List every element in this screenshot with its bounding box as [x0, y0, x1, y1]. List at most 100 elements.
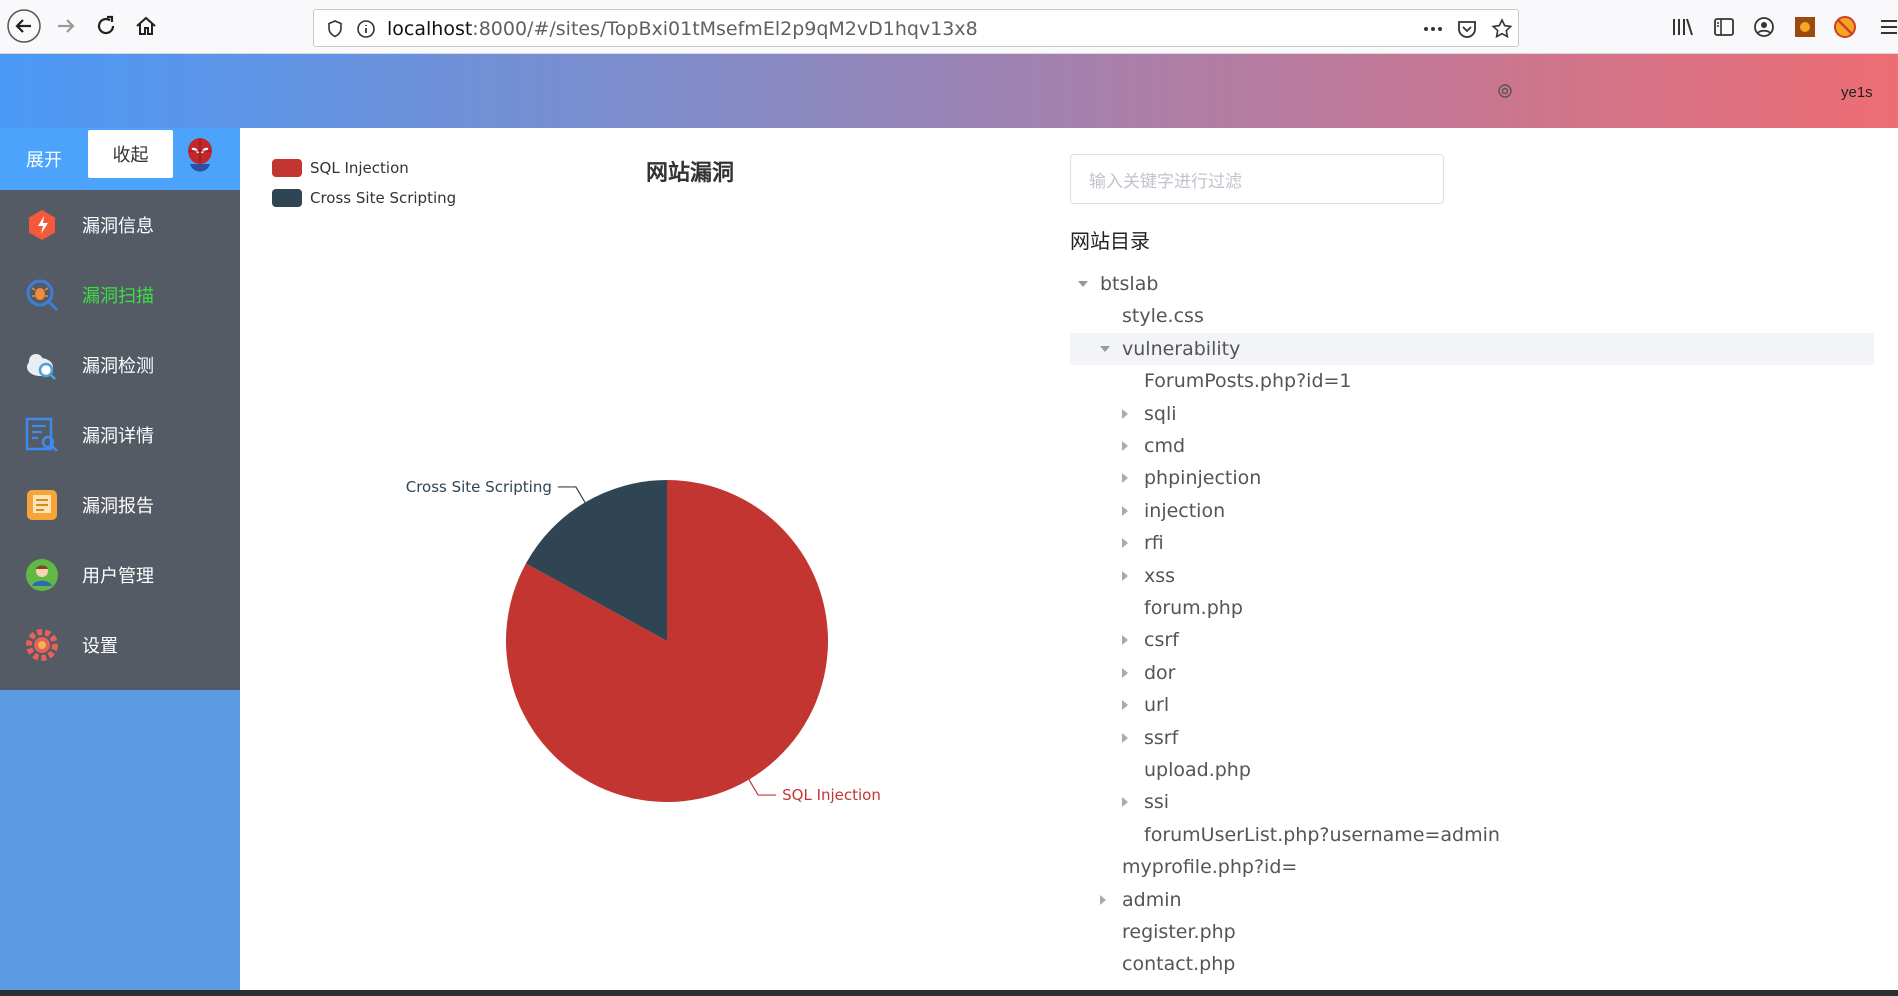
tree-node-label: rfi — [1144, 532, 1164, 555]
library-button[interactable] — [1670, 14, 1696, 40]
caret-right-icon[interactable] — [1122, 570, 1144, 581]
forward-button[interactable] — [48, 8, 84, 44]
pie-chart: SQL Injection Cross Site Scripting — [406, 478, 881, 804]
taskbar-edge — [0, 990, 1898, 996]
pie-label-line — [748, 779, 777, 796]
tree-node[interactable]: myprofile.php?id= — [1070, 851, 1830, 883]
info-icon[interactable] — [356, 19, 376, 39]
sidebar-item-label: 用户管理 — [82, 566, 154, 587]
sidebar-item-label: 漏洞详情 — [82, 426, 154, 447]
home-icon — [136, 16, 156, 35]
tree-node[interactable]: forumUserList.php?username=admin — [1070, 819, 1830, 851]
sidebar-item-vuln-detect[interactable]: 漏洞检测 — [0, 330, 240, 400]
tree-node-label: ssrf — [1144, 726, 1179, 749]
more-dots-icon[interactable] — [1421, 19, 1445, 39]
tree-node[interactable]: dor — [1070, 657, 1830, 689]
blocker-button[interactable] — [1832, 14, 1858, 40]
caret-right-icon[interactable] — [1100, 894, 1122, 905]
tree-node-label: sqli — [1144, 402, 1177, 425]
tree-node[interactable]: forum.php — [1070, 592, 1830, 624]
sidebar-toggle-button[interactable] — [1711, 14, 1737, 40]
tree-node[interactable]: url — [1070, 689, 1830, 721]
tree-node-label: forumUserList.php?username=admin — [1144, 823, 1500, 846]
sidebar-item-settings[interactable]: 设置 — [0, 610, 240, 680]
tree-node[interactable]: upload.php — [1070, 754, 1830, 786]
sidebar-item-label: 设置 — [82, 636, 118, 657]
sidebar-item-label: 漏洞报告 — [82, 496, 154, 517]
caret-down-icon[interactable] — [1078, 281, 1100, 287]
back-button[interactable] — [6, 8, 42, 44]
caret-right-icon[interactable] — [1122, 667, 1144, 678]
sidebar: 展开 收起 漏洞信息 漏洞扫描 漏洞检测 漏洞详情 漏洞报告 用户管理 设置 — [0, 128, 240, 996]
reload-button[interactable] — [88, 8, 124, 44]
tree-node[interactable]: xss — [1070, 560, 1830, 592]
tree-node-label: register.php — [1122, 921, 1236, 943]
caret-right-icon[interactable] — [1122, 635, 1144, 646]
extension-sun-icon — [1795, 17, 1815, 37]
pie-label: SQL Injection — [782, 786, 881, 804]
tree-node-label: ForumPosts.php?id=1 — [1144, 370, 1352, 393]
tree-node[interactable]: phpinjection — [1070, 462, 1830, 494]
sidebar-item-label: 漏洞信息 — [82, 216, 154, 237]
caret-down-icon[interactable] — [1100, 345, 1122, 352]
caret-right-icon[interactable] — [1122, 408, 1144, 419]
tree-node[interactable]: contact.php — [1070, 948, 1830, 980]
caret-right-icon[interactable] — [1122, 732, 1144, 743]
url-text[interactable]: localhost:8000/#/sites/TopBxi01tMsefmEl2… — [387, 18, 978, 40]
tree-node[interactable]: style.css — [1070, 300, 1830, 332]
pocket-icon[interactable] — [1456, 18, 1478, 40]
bookmark-star-icon[interactable] — [1490, 17, 1514, 41]
tree-node[interactable]: injection — [1070, 495, 1830, 527]
username[interactable]: ye1s — [1841, 84, 1873, 101]
tree-node[interactable]: sqli — [1070, 398, 1830, 430]
cloud-search-icon — [27, 354, 56, 380]
tree-node[interactable]: ssrf — [1070, 722, 1830, 754]
sidebar-icon — [1714, 18, 1734, 36]
document-search-icon — [25, 417, 58, 452]
url-host: localhost — [387, 18, 473, 40]
sidebar-item-vuln-scan[interactable]: 漏洞扫描 — [0, 260, 240, 330]
tree-node[interactable]: csrf — [1070, 624, 1830, 656]
sidebar-item-vuln-report[interactable]: 漏洞报告 — [0, 470, 240, 540]
sidebar-item-vuln-info[interactable]: 漏洞信息 — [0, 190, 240, 260]
caret-right-icon[interactable] — [1122, 505, 1144, 516]
sidebar-item-label: 漏洞检测 — [82, 356, 154, 377]
tree-node[interactable]: cmd — [1070, 430, 1830, 462]
account-button[interactable] — [1751, 14, 1777, 40]
menu-button[interactable] — [1876, 14, 1898, 40]
collapse-button[interactable]: 收起 — [88, 130, 173, 178]
expand-button[interactable]: 展开 — [10, 136, 78, 182]
tree-node[interactable]: btslab — [1070, 268, 1830, 300]
tree-node[interactable]: vulnerability — [1070, 332, 1874, 365]
tree-node-label: btslab — [1100, 273, 1159, 295]
address-bar[interactable]: localhost:8000/#/sites/TopBxi01tMsefmEl2… — [313, 9, 1519, 47]
caret-right-icon[interactable] — [1122, 538, 1144, 549]
browser-toolbar: localhost:8000/#/sites/TopBxi01tMsefmEl2… — [0, 0, 1898, 54]
sidebar-toggle-bar: 展开 收起 — [0, 128, 240, 190]
tree-node[interactable]: rfi — [1070, 527, 1830, 559]
tree-node[interactable]: ForumPosts.php?id=1 — [1070, 365, 1830, 397]
sidebar-item-user-management[interactable]: 用户管理 — [0, 540, 240, 610]
extension-button[interactable] — [1792, 14, 1818, 40]
tree-node-label: admin — [1122, 888, 1182, 911]
caret-right-icon[interactable] — [1122, 441, 1144, 451]
tree-node[interactable]: ssi — [1070, 786, 1830, 818]
caret-right-icon[interactable] — [1122, 700, 1144, 711]
bug-search-icon — [26, 279, 59, 312]
settings-gear-icon[interactable] — [1496, 82, 1514, 100]
caret-right-icon[interactable] — [1122, 797, 1144, 808]
tree-node-label: vulnerability — [1122, 337, 1241, 360]
tree-node-label: upload.php — [1144, 759, 1251, 781]
user-icon — [26, 559, 58, 591]
caret-right-icon[interactable] — [1122, 473, 1144, 484]
tree-node-label: dor — [1144, 661, 1176, 684]
spiderman-avatar-icon — [188, 138, 212, 172]
tree-node-label: cmd — [1144, 435, 1186, 457]
tree-node[interactable]: register.php — [1070, 916, 1830, 948]
tree-node-label: url — [1144, 694, 1170, 717]
sidebar-item-label: 漏洞扫描 — [82, 286, 154, 307]
filter-input[interactable]: 输入关键字进行过滤 — [1070, 154, 1444, 204]
home-button[interactable] — [128, 8, 164, 44]
tree-node[interactable]: admin — [1070, 884, 1830, 916]
sidebar-item-vuln-detail[interactable]: 漏洞详情 — [0, 400, 240, 470]
